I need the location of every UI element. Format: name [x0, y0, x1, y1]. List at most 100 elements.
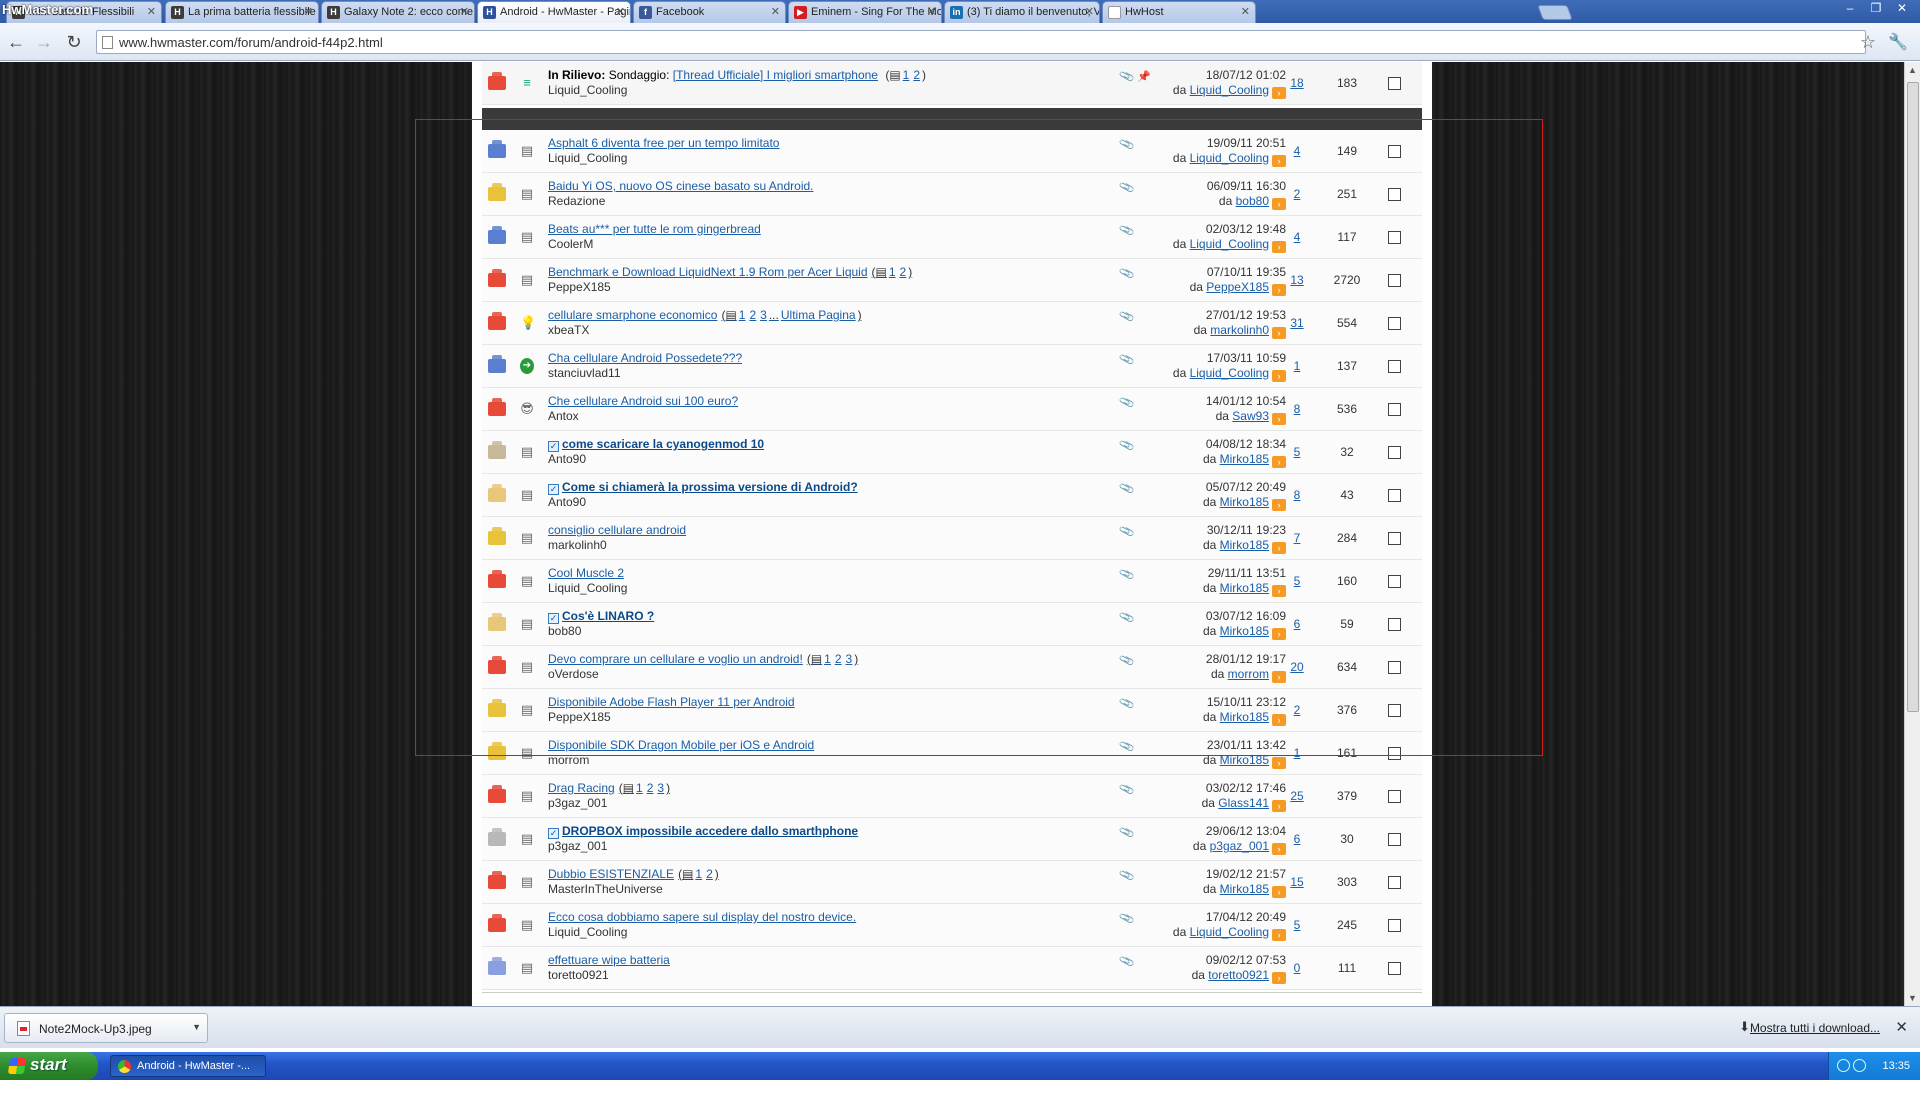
thread-title-link[interactable]: Disponibile SDK Dragon Mobile per iOS e … — [548, 738, 814, 752]
select-checkbox[interactable] — [1388, 77, 1401, 90]
show-all-downloads-link[interactable]: Mostra tutti i download... — [1750, 1021, 1880, 1035]
last-poster-link[interactable]: bob80 — [1236, 194, 1269, 208]
thread-title-link[interactable]: Cos'è LINARO ? — [562, 609, 654, 623]
select-checkbox[interactable] — [1388, 274, 1401, 287]
page-link[interactable]: 2 — [749, 308, 756, 322]
last-poster-link[interactable]: Mirko185 — [1220, 538, 1269, 552]
browser-tab[interactable]: HwHost ✕ — [1102, 1, 1256, 23]
reload-button[interactable]: ↻ — [62, 31, 86, 53]
page-link[interactable]: 2 — [706, 867, 713, 881]
last-poster-link[interactable]: Mirko185 — [1220, 753, 1269, 767]
select-checkbox[interactable] — [1388, 962, 1401, 975]
thread-title-link[interactable]: come scaricare la cyanogenmod 10 — [562, 437, 764, 451]
vertical-scrollbar[interactable]: ▲ ▼ — [1904, 62, 1920, 1006]
last-poster-link[interactable]: Mirko185 — [1220, 495, 1269, 509]
replies-count[interactable]: 0 — [1282, 961, 1312, 975]
browser-tab[interactable]: H La prima batteria flessibile è r ✕ — [165, 1, 319, 23]
replies-count[interactable]: 2 — [1282, 703, 1312, 717]
replies-count[interactable]: 5 — [1282, 574, 1312, 588]
page-link[interactable]: 2 — [913, 68, 920, 82]
last-poster-link[interactable]: p3gaz_001 — [1210, 839, 1269, 853]
last-poster-link[interactable]: Mirko185 — [1220, 624, 1269, 638]
replies-count[interactable]: 2 — [1282, 187, 1312, 201]
last-poster-link[interactable]: Mirko185 — [1220, 882, 1269, 896]
last-poster-link[interactable]: Mirko185 — [1220, 710, 1269, 724]
thread-title-link[interactable]: Come si chiamerà la prossima versione di… — [562, 480, 858, 494]
last-poster-link[interactable]: Mirko185 — [1220, 581, 1269, 595]
last-poster-link[interactable]: toretto0921 — [1208, 968, 1269, 982]
page-link[interactable]: 3 — [657, 781, 664, 795]
last-poster-link[interactable]: Liquid_Cooling — [1190, 151, 1269, 165]
select-checkbox[interactable] — [1388, 919, 1401, 932]
last-poster-link[interactable]: Liquid_Cooling — [1190, 237, 1269, 251]
page-link[interactable]: 3 — [846, 652, 853, 666]
thread-title-link[interactable]: Asphalt 6 diventa free per un tempo limi… — [548, 136, 779, 150]
replies-count[interactable]: 15 — [1282, 875, 1312, 889]
new-tab-button[interactable] — [1537, 5, 1573, 20]
select-checkbox[interactable] — [1388, 231, 1401, 244]
replies-count[interactable]: 20 — [1282, 660, 1312, 674]
thread-title-link[interactable]: Cool Muscle 2 — [548, 566, 624, 580]
scrollbar-thumb[interactable] — [1907, 82, 1919, 712]
thread-title-link[interactable]: Dubbio ESISTENZIALE — [548, 867, 674, 881]
thread-title-link[interactable]: effettuare wipe batteria — [548, 953, 670, 967]
taskbar-item-chrome[interactable]: Android - HwMaster -... — [110, 1055, 266, 1077]
replies-count[interactable]: 7 — [1282, 531, 1312, 545]
download-item[interactable]: Note2Mock-Up3.jpeg ▼ — [4, 1013, 208, 1043]
close-window-button[interactable]: ✕ — [1890, 0, 1914, 16]
tab-close-icon[interactable]: ✕ — [927, 5, 936, 18]
select-checkbox[interactable] — [1388, 747, 1401, 760]
thread-title-link[interactable]: Ecco cosa dobbiamo sapere sul display de… — [548, 910, 856, 924]
page-link[interactable]: 2 — [647, 781, 654, 795]
last-poster-link[interactable]: Liquid_Cooling — [1190, 83, 1269, 97]
last-poster-link[interactable]: Saw93 — [1232, 409, 1269, 423]
replies-count[interactable]: 8 — [1282, 488, 1312, 502]
address-bar[interactable]: www.hwmaster.com/forum/android-f44p2.htm… — [96, 30, 1866, 54]
scroll-up-icon[interactable]: ▲ — [1908, 65, 1917, 75]
thread-title-link[interactable]: Che cellulare Android sui 100 euro? — [548, 394, 738, 408]
thread-title-link[interactable]: Baidu Yi OS, nuovo OS cinese basato su A… — [548, 179, 814, 193]
wrench-menu-icon[interactable]: 🔧 — [1888, 32, 1908, 52]
close-download-shelf-button[interactable]: ✕ — [1895, 1018, 1908, 1036]
start-button[interactable]: start — [0, 1052, 98, 1080]
page-link[interactable]: 1 — [695, 867, 702, 881]
select-checkbox[interactable] — [1388, 618, 1401, 631]
select-checkbox[interactable] — [1388, 532, 1401, 545]
select-checkbox[interactable] — [1388, 489, 1401, 502]
tray-arrow-icon[interactable] — [1837, 1059, 1850, 1072]
replies-count[interactable]: 31 — [1282, 316, 1312, 330]
browser-tab[interactable]: ▶ Eminem - Sing For The Momen✕ — [788, 1, 942, 23]
select-checkbox[interactable] — [1388, 876, 1401, 889]
thread-title-link[interactable]: Cha cellulare Android Possedete??? — [548, 351, 742, 365]
browser-tab[interactable]: H Galaxy Note 2: ecco come po ✕ — [321, 1, 475, 23]
select-checkbox[interactable] — [1388, 661, 1401, 674]
pinned-thread-link[interactable]: [Thread Ufficiale] I migliori smartphone — [673, 68, 878, 82]
tab-close-icon[interactable]: ✕ — [1085, 5, 1094, 18]
tab-close-icon[interactable]: ✕ — [147, 5, 156, 18]
chevron-down-icon[interactable]: ▼ — [192, 1022, 201, 1032]
page-link[interactable]: 1 — [824, 652, 831, 666]
tab-close-icon[interactable]: ✕ — [460, 5, 469, 18]
page-link[interactable]: 2 — [835, 652, 842, 666]
thread-title-link[interactable]: Beats au*** per tutte le rom gingerbread — [548, 222, 761, 236]
minimize-button[interactable]: – — [1838, 0, 1862, 16]
thread-title-link[interactable]: Disponibile Adobe Flash Player 11 per An… — [548, 695, 795, 709]
last-poster-link[interactable]: markolinh0 — [1210, 323, 1269, 337]
select-checkbox[interactable] — [1388, 833, 1401, 846]
thread-title-link[interactable]: cellulare smarphone economico — [548, 308, 717, 322]
page-link[interactable]: Ultima Pagina — [781, 308, 856, 322]
page-link[interactable]: 2 — [900, 265, 907, 279]
forward-button[interactable]: → — [32, 31, 56, 53]
thread-title-link[interactable]: Benchmark e Download LiquidNext 1.9 Rom … — [548, 265, 868, 279]
browser-tab[interactable]: f Facebook ✕ — [633, 1, 786, 23]
maximize-button[interactable]: ❐ — [1864, 0, 1888, 16]
thread-title-link[interactable]: Drag Racing — [548, 781, 615, 795]
replies-count[interactable]: 13 — [1282, 273, 1312, 287]
tab-close-icon[interactable]: ✕ — [771, 5, 780, 18]
last-poster-link[interactable]: Liquid_Cooling — [1190, 925, 1269, 939]
tray-update-icon[interactable] — [1853, 1059, 1866, 1072]
replies-count[interactable]: 25 — [1282, 789, 1312, 803]
select-checkbox[interactable] — [1388, 446, 1401, 459]
browser-tab[interactable]: H Android - HwMaster - Pagina ✕ — [477, 1, 631, 24]
tab-close-icon[interactable]: ✕ — [304, 5, 313, 18]
